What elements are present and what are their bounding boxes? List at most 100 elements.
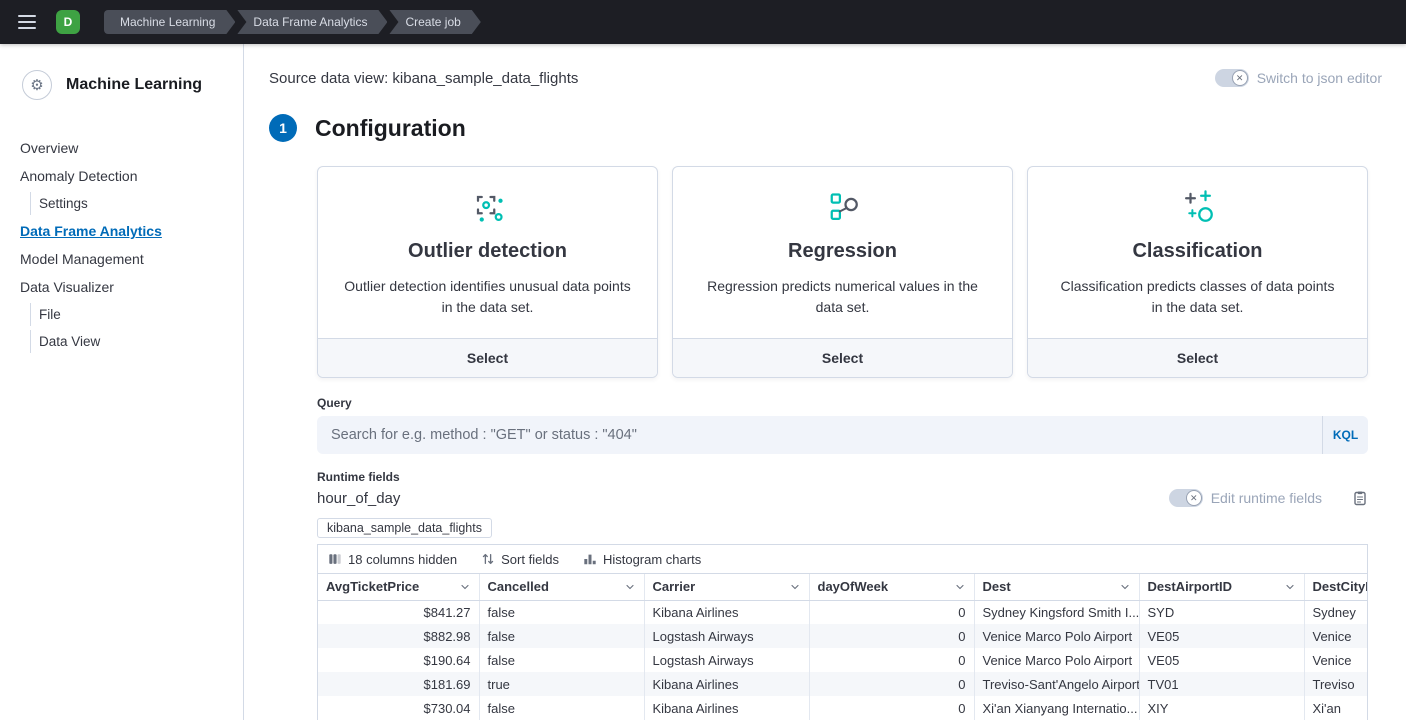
cell-dayofweek[interactable]: 0 xyxy=(809,648,974,672)
breadcrumb-create-job[interactable]: Create job xyxy=(389,10,480,34)
cell-dayofweek[interactable]: 0 xyxy=(809,624,974,648)
sort-fields-button[interactable]: Sort fields xyxy=(481,552,559,567)
column-header-destcityname[interactable]: DestCityName xyxy=(1304,574,1367,600)
select-regression-button[interactable]: Select xyxy=(673,338,1012,377)
data-grid-table-viewport: AvgTicketPrice Cancelled Carrier dayOfWe… xyxy=(318,573,1367,720)
columns-hidden-label: 18 columns hidden xyxy=(348,552,457,567)
chevron-down-icon xyxy=(1284,581,1296,593)
sidebar-item-data-visualizer[interactable]: Data Visualizer xyxy=(20,275,229,299)
cell-dest[interactable]: Treviso-Sant'Angelo Airport xyxy=(974,672,1139,696)
copy-to-clipboard-button[interactable] xyxy=(1352,490,1368,506)
regression-icon xyxy=(823,187,863,227)
json-editor-toggle[interactable]: ✕ xyxy=(1215,69,1249,87)
space-avatar[interactable]: D xyxy=(56,10,80,34)
cell-dest[interactable]: Venice Marco Polo Airport xyxy=(974,624,1139,648)
cell-destcityname[interactable]: Venice xyxy=(1304,648,1367,672)
query-input[interactable] xyxy=(317,416,1322,454)
cell-destcityname[interactable]: Sydney xyxy=(1304,600,1367,624)
card-classification[interactable]: Classification Classification predicts c… xyxy=(1027,166,1368,378)
cell-cancelled[interactable]: false xyxy=(479,624,644,648)
cell-dest[interactable]: Xi'an Xianyang Internatio... xyxy=(974,696,1139,720)
breadcrumb-machine-learning[interactable]: Machine Learning xyxy=(104,10,235,34)
cell-carrier[interactable]: Logstash Airways xyxy=(644,624,809,648)
card-title: Regression xyxy=(699,240,986,263)
cell-dayofweek[interactable]: 0 xyxy=(809,696,974,720)
cell-dayofweek[interactable]: 0 xyxy=(809,672,974,696)
sidebar-item-data-frame-analytics[interactable]: Data Frame Analytics xyxy=(20,219,229,243)
card-body: Regression Regression predicts numerical… xyxy=(673,167,1012,338)
cell-dest[interactable]: Venice Marco Polo Airport xyxy=(974,648,1139,672)
column-header-dayofweek[interactable]: dayOfWeek xyxy=(809,574,974,600)
histogram-charts-button[interactable]: Histogram charts xyxy=(583,552,701,567)
data-grid-toolbar: 18 columns hidden Sort fields Histo xyxy=(318,545,1367,573)
card-outlier-detection[interactable]: Outlier detection Outlier detection iden… xyxy=(317,166,658,378)
runtime-row: hour_of_day ✕ Edit runtime fields xyxy=(317,488,1368,508)
source-data-view-label: Source data view: kibana_sample_data_fli… xyxy=(269,70,578,87)
cell-destairportid[interactable]: XIY xyxy=(1139,696,1304,720)
cell-destairportid[interactable]: VE05 xyxy=(1139,648,1304,672)
table-row: $181.69 true Kibana Airlines 0 Treviso-S… xyxy=(318,672,1367,696)
json-editor-toggle-group: ✕ Switch to json editor xyxy=(1215,69,1382,87)
chevron-down-icon xyxy=(624,581,636,593)
table-row: $841.27 false Kibana Airlines 0 Sydney K… xyxy=(318,600,1367,624)
histogram-charts-label: Histogram charts xyxy=(603,552,701,567)
sort-fields-label: Sort fields xyxy=(501,552,559,567)
cell-cancelled[interactable]: true xyxy=(479,672,644,696)
sidebar-item-data-view[interactable]: Data View xyxy=(30,330,229,353)
sidebar-item-anomaly-detection[interactable]: Anomaly Detection xyxy=(20,164,229,188)
breadcrumb-data-frame-analytics[interactable]: Data Frame Analytics xyxy=(237,10,387,34)
chevron-down-icon xyxy=(459,581,471,593)
edit-runtime-fields-toggle[interactable]: ✕ xyxy=(1169,489,1203,507)
cell-carrier[interactable]: Logstash Airways xyxy=(644,648,809,672)
cell-avgticketprice[interactable]: $181.69 xyxy=(318,672,479,696)
cell-cancelled[interactable]: false xyxy=(479,648,644,672)
cell-dest[interactable]: Sydney Kingsford Smith I... xyxy=(974,600,1139,624)
sidebar-item-model-management[interactable]: Model Management xyxy=(20,247,229,271)
card-body: Classification Classification predicts c… xyxy=(1028,167,1367,338)
select-classification-button[interactable]: Select xyxy=(1028,338,1367,377)
menu-button[interactable] xyxy=(12,7,42,37)
column-header-cancelled[interactable]: Cancelled xyxy=(479,574,644,600)
edit-runtime-fields-label: Edit runtime fields xyxy=(1211,490,1322,506)
step-row: 1 Configuration xyxy=(269,114,1382,142)
cell-destcityname[interactable]: Venice xyxy=(1304,624,1367,648)
column-header-carrier[interactable]: Carrier xyxy=(644,574,809,600)
kql-button[interactable]: KQL xyxy=(1322,416,1368,454)
cell-avgticketprice[interactable]: $841.27 xyxy=(318,600,479,624)
column-header-destairportid[interactable]: DestAirportID xyxy=(1139,574,1304,600)
cell-avgticketprice[interactable]: $882.98 xyxy=(318,624,479,648)
cell-carrier[interactable]: Kibana Airlines xyxy=(644,600,809,624)
cell-cancelled[interactable]: false xyxy=(479,600,644,624)
select-outlier-detection-button[interactable]: Select xyxy=(318,338,657,377)
columns-hidden-button[interactable]: 18 columns hidden xyxy=(328,552,457,567)
cell-destairportid[interactable]: SYD xyxy=(1139,600,1304,624)
json-editor-toggle-label: Switch to json editor xyxy=(1257,70,1382,86)
sidebar-item-settings[interactable]: Settings xyxy=(30,192,229,215)
sidebar-item-overview[interactable]: Overview xyxy=(20,136,229,160)
histogram-icon xyxy=(583,552,597,566)
classification-icon xyxy=(1178,187,1218,227)
cell-dayofweek[interactable]: 0 xyxy=(809,600,974,624)
cell-carrier[interactable]: Kibana Airlines xyxy=(644,696,809,720)
cell-destcityname[interactable]: Treviso xyxy=(1304,672,1367,696)
step-number-badge: 1 xyxy=(269,114,297,142)
column-header-avgticketprice[interactable]: AvgTicketPrice xyxy=(318,574,479,600)
cell-destairportid[interactable]: TV01 xyxy=(1139,672,1304,696)
cell-cancelled[interactable]: false xyxy=(479,696,644,720)
select-label: Select xyxy=(822,350,863,366)
card-title: Classification xyxy=(1054,240,1341,263)
card-regression[interactable]: Regression Regression predicts numerical… xyxy=(672,166,1013,378)
cell-destcityname[interactable]: Xi'an xyxy=(1304,696,1367,720)
column-header-dest[interactable]: Dest xyxy=(974,574,1139,600)
cell-avgticketprice[interactable]: $730.04 xyxy=(318,696,479,720)
sidebar-header: ⚙ Machine Learning xyxy=(22,70,229,100)
runtime-toggle-group: ✕ Edit runtime fields xyxy=(1169,489,1368,507)
toggle-thumb-x-icon: ✕ xyxy=(1186,490,1202,506)
cell-avgticketprice[interactable]: $190.64 xyxy=(318,648,479,672)
cell-destairportid[interactable]: VE05 xyxy=(1139,624,1304,648)
sidebar-item-file[interactable]: File xyxy=(30,303,229,326)
breadcrumb: Machine Learning Data Frame Analytics Cr… xyxy=(104,10,483,34)
chevron-down-icon xyxy=(789,581,801,593)
sidebar-nav: Overview Anomaly Detection Settings Data… xyxy=(20,136,229,357)
cell-carrier[interactable]: Kibana Airlines xyxy=(644,672,809,696)
